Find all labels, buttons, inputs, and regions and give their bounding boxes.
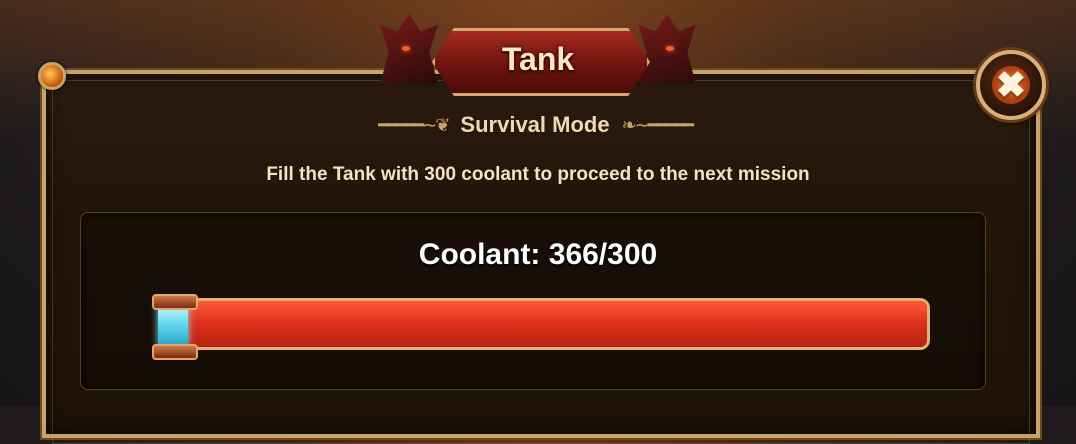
vial-cap-bottom bbox=[152, 344, 198, 360]
coolant-progress-fill bbox=[179, 301, 927, 347]
right-flourish-icon: ❧∼━━━━━ bbox=[621, 114, 694, 135]
close-icon: ✖ bbox=[992, 66, 1030, 104]
left-flourish-icon: ━━━━━∼❦ bbox=[378, 114, 450, 135]
right-horn-eye-icon bbox=[666, 46, 674, 51]
dialog-title: Tank bbox=[501, 40, 575, 77]
left-horn-eye-icon bbox=[402, 46, 410, 51]
close-button[interactable]: ✖ bbox=[976, 50, 1046, 120]
coolant-counter: Coolant: 366/300 bbox=[418, 238, 658, 271]
mode-subtitle: Survival Mode bbox=[460, 112, 610, 137]
coolant-progress-bar bbox=[176, 298, 930, 350]
coolant-vial-icon bbox=[148, 292, 198, 360]
mission-description: Fill the Tank with 300 coolant to procee… bbox=[266, 164, 810, 185]
corner-gem-icon bbox=[38, 62, 66, 90]
title-banner: Tank bbox=[380, 6, 696, 96]
subtitle-row: ━━━━━∼❦ Survival Mode ❧∼━━━━━ bbox=[330, 110, 740, 140]
vial-cap-top bbox=[152, 294, 198, 310]
